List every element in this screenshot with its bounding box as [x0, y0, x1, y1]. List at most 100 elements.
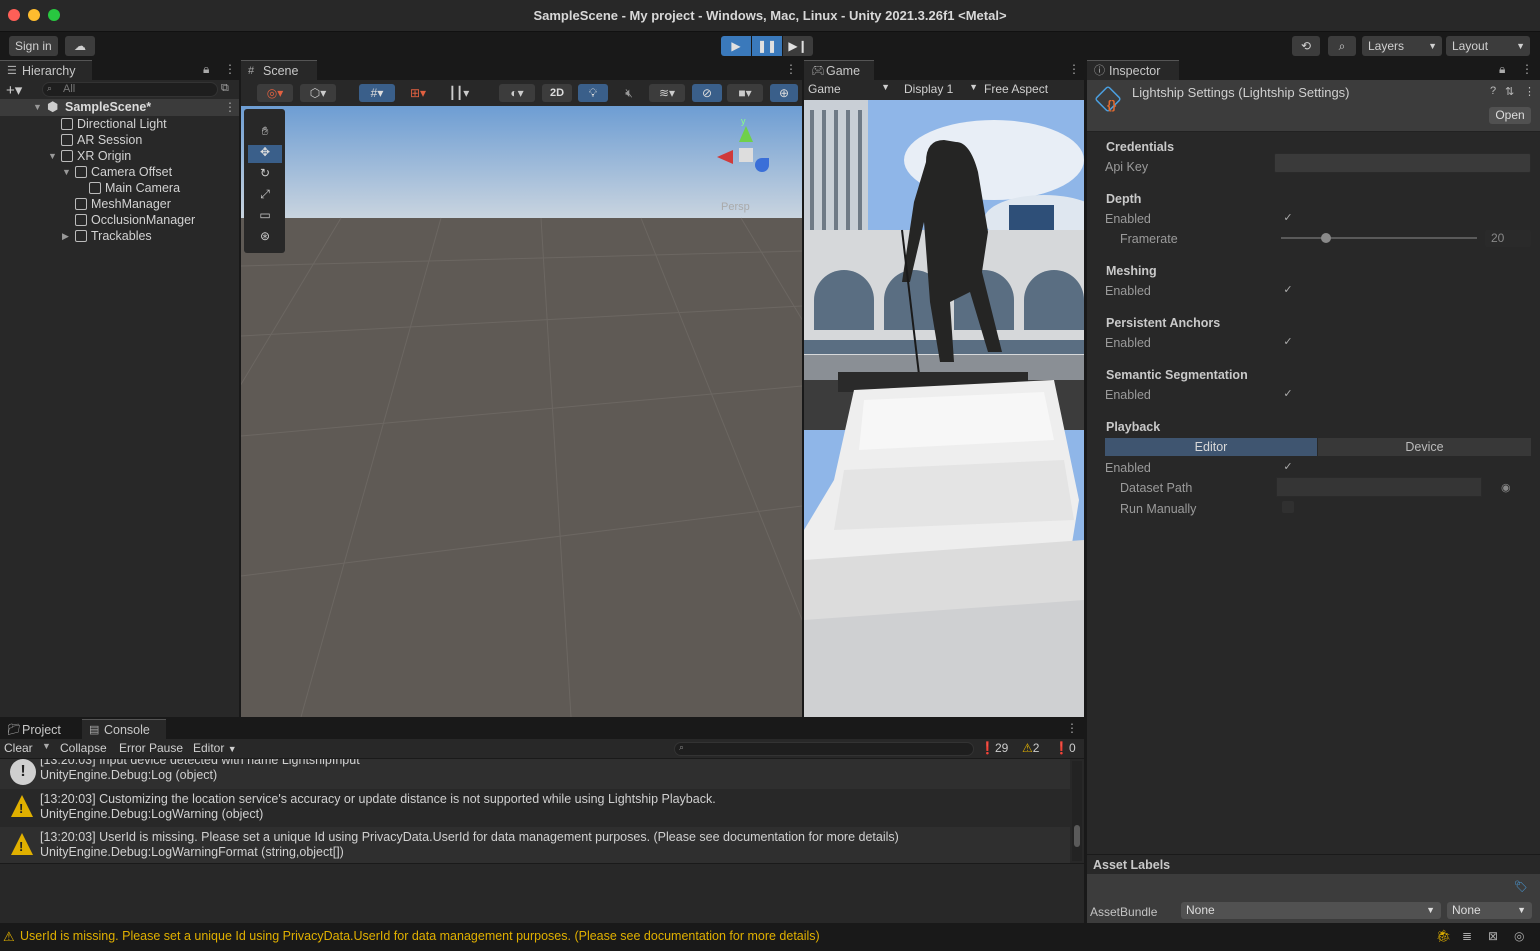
tab-game[interactable]: 🎮︎ Game	[804, 60, 874, 80]
camera-icon[interactable]: ■▾	[727, 84, 763, 102]
clear-button[interactable]: Clear	[4, 741, 33, 755]
expand-arrow-icon[interactable]: ▼	[48, 151, 57, 161]
scene-menu-icon[interactable]: ⋮	[224, 100, 236, 114]
bug-icon[interactable]: 🐞︎	[1436, 929, 1451, 943]
persp-label[interactable]: Persp	[721, 201, 750, 213]
move-tool-icon[interactable]: ✥	[248, 145, 282, 163]
depth-enabled-checkbox[interactable]: ✓	[1282, 212, 1294, 224]
editor-segment[interactable]: Editor	[1105, 438, 1317, 456]
lighting-icon[interactable]: 💡︎	[578, 84, 608, 102]
game-view-dropdown[interactable]: Game ▼	[808, 82, 894, 96]
collapse-button[interactable]: Collapse	[60, 741, 107, 755]
pivot-cube-icon[interactable]: ⬡▾	[300, 84, 336, 102]
hierarchy-item[interactable]: Directional Light	[61, 116, 167, 132]
history-icon[interactable]: ⟲	[1292, 36, 1320, 56]
transform-tool-icon[interactable]: ⊛	[248, 229, 282, 247]
asset-variant-dropdown[interactable]: None ▼	[1447, 902, 1532, 919]
scale-tool-icon[interactable]: ⤢	[248, 187, 282, 205]
lock-icon[interactable]: 🔒︎	[1499, 62, 1505, 77]
asset-bundle-dropdown[interactable]: None ▼	[1181, 902, 1441, 919]
expand-arrow-icon[interactable]: ▼	[33, 102, 42, 112]
console-search-input[interactable]: ⌕	[674, 742, 974, 756]
2d-toggle[interactable]: 2D	[542, 84, 572, 102]
anchors-enabled-checkbox[interactable]: ✓	[1282, 336, 1294, 348]
progress-icon[interactable]: ◎	[1514, 929, 1524, 943]
filter-icon[interactable]: ⧉	[221, 82, 229, 95]
playback-enabled-checkbox[interactable]: ✓	[1282, 461, 1294, 473]
orientation-gizmo[interactable]: y	[703, 112, 793, 202]
rotate-tool-icon[interactable]: ↻	[248, 166, 282, 184]
warning-count-toggle[interactable]: ⚠2	[1022, 741, 1039, 755]
run-manually-checkbox[interactable]	[1282, 501, 1294, 513]
hierarchy-item[interactable]: MeshManager	[75, 196, 171, 212]
hierarchy-item[interactable]: Camera Offset	[75, 164, 172, 180]
more-icon[interactable]: ⋮	[1066, 721, 1078, 735]
dataset-path-input[interactable]	[1276, 477, 1482, 497]
api-key-input[interactable]	[1274, 153, 1531, 173]
hierarchy-item[interactable]: Main Camera	[89, 180, 180, 196]
help-icon[interactable]: ?	[1490, 85, 1496, 97]
layout-dropdown[interactable]: Layout ▼	[1446, 36, 1530, 56]
error-count-toggle[interactable]: ❗0	[1054, 741, 1076, 755]
audio-icon[interactable]: 🔇︎	[614, 84, 644, 102]
clear-options-icon[interactable]: ▼	[42, 741, 51, 751]
label-tag-icon[interactable]: 🏷︎	[1514, 880, 1528, 893]
rect-tool-icon[interactable]: ▭	[248, 208, 282, 226]
expand-arrow-icon[interactable]: ▼	[62, 167, 71, 177]
more-icon[interactable]: ⋮	[785, 62, 797, 76]
hierarchy-search-input[interactable]: ⌕ All	[42, 82, 218, 97]
hierarchy-item[interactable]: OcclusionManager	[75, 212, 195, 228]
collapse-arrow-icon[interactable]: ▶	[62, 231, 69, 242]
search-icon[interactable]: ⌕	[1328, 36, 1356, 56]
tab-hierarchy[interactable]: ☰ Hierarchy	[0, 60, 92, 80]
play-button[interactable]: ▶	[721, 36, 751, 56]
step-button[interactable]: ▶❙	[783, 36, 813, 56]
more-icon[interactable]: ⋮	[224, 62, 236, 76]
cloud-icon[interactable]: ☁	[65, 36, 95, 56]
shading-icon[interactable]: ◐▾	[499, 84, 535, 102]
display-dropdown[interactable]: Display 1 ▼	[904, 82, 978, 96]
object-picker-icon[interactable]: ◉	[1501, 481, 1511, 494]
scrollbar-thumb[interactable]	[1074, 825, 1080, 847]
console-row[interactable]: ! [13:20:03] Customizing the location se…	[0, 789, 1070, 827]
grid-snap-icon[interactable]: #▾	[359, 84, 395, 102]
device-segment[interactable]: Device	[1318, 438, 1531, 456]
status-message[interactable]: UserId is missing. Please set a unique I…	[20, 929, 820, 943]
console-scrollbar[interactable]	[1072, 761, 1082, 861]
tab-project[interactable]: 📁︎ Project	[0, 719, 80, 739]
console-row[interactable]: ! [13:20:03] UserId is missing. Please s…	[0, 827, 1070, 863]
open-button[interactable]: Open	[1489, 107, 1531, 124]
visibility-icon[interactable]: ⊘	[692, 84, 722, 102]
framerate-slider-handle[interactable]	[1321, 233, 1332, 243]
sign-in-button[interactable]: Sign in	[9, 36, 58, 56]
hierarchy-item[interactable]: AR Session	[61, 132, 142, 148]
segmentation-enabled-checkbox[interactable]: ✓	[1282, 388, 1294, 400]
game-viewport[interactable]	[804, 100, 1084, 717]
editor-dropdown[interactable]: Editor ▼	[193, 741, 237, 755]
more-icon[interactable]: ⋮	[1068, 62, 1080, 76]
more-icon[interactable]: ⋮	[1521, 62, 1533, 76]
console-row[interactable]: ! [13:20:03] Input device detected with …	[0, 759, 1070, 789]
tab-inspector[interactable]: ⓘ Inspector	[1087, 60, 1179, 80]
gizmos-icon[interactable]: ⊕	[770, 84, 798, 102]
framerate-slider-track[interactable]	[1281, 237, 1477, 239]
snap-icon[interactable]: ⊞▾	[401, 84, 435, 102]
tab-scene[interactable]: # Scene	[241, 60, 317, 80]
scene-row[interactable]: ▼ ⬢ SampleScene* ⋮	[0, 99, 239, 116]
layers-dropdown[interactable]: Layers ▼	[1362, 36, 1442, 56]
error-pause-button[interactable]: Error Pause	[119, 741, 183, 755]
ruler-icon[interactable]: ┃┃▾	[441, 84, 477, 102]
pause-button[interactable]: ❚❚	[752, 36, 782, 56]
hand-tool-icon[interactable]: ✋︎	[248, 124, 282, 142]
cache-server-icon[interactable]: ≣	[1462, 929, 1472, 943]
context-menu-icon[interactable]: ⋮	[1524, 85, 1535, 98]
aspect-dropdown[interactable]: Free Aspect	[984, 82, 1048, 96]
effects-icon[interactable]: ≋▾	[649, 84, 685, 102]
hierarchy-item[interactable]: Trackables	[75, 228, 152, 244]
draw-mode-icon[interactable]: ◎▾	[257, 84, 293, 102]
log-count-toggle[interactable]: ❗29	[980, 741, 1008, 755]
preset-icon[interactable]: ⇅	[1505, 85, 1514, 98]
tab-console[interactable]: ▤ Console	[82, 719, 166, 739]
framerate-value-field[interactable]: 20	[1485, 230, 1531, 247]
lock-icon[interactable]: 🔒︎	[203, 62, 209, 77]
